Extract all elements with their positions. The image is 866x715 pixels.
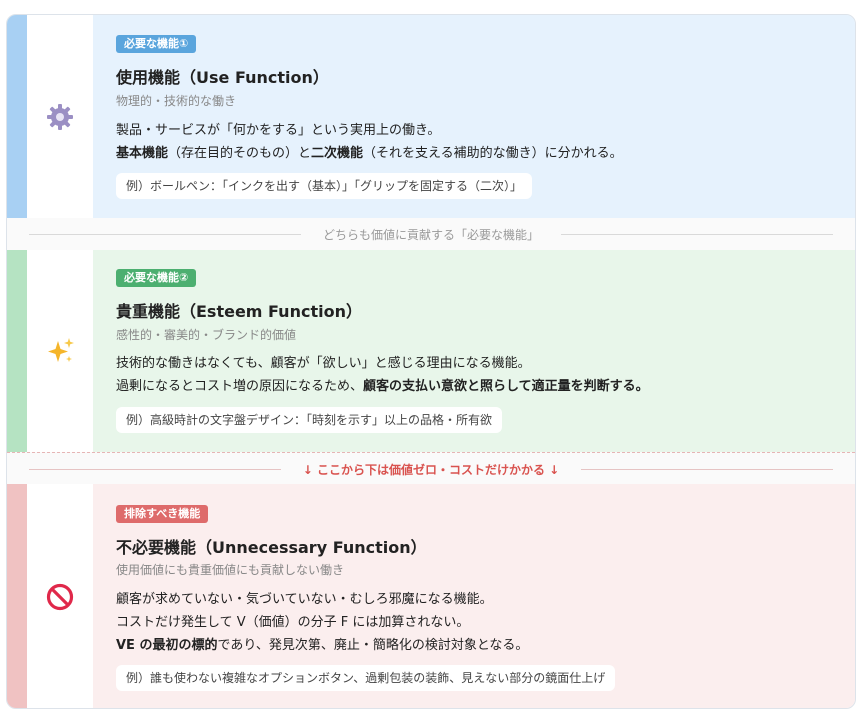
badge-necessary-1: 必要な機能① [116, 35, 197, 53]
section-title: 使用機能（Use Function） [116, 68, 329, 87]
icon-column [27, 15, 93, 218]
example-box: 例）誰も使わない複雑なオプションボタン、過剰包装の装飾、見えない部分の鏡面仕上げ [116, 665, 616, 691]
divider-label: どちらも価値に貢献する「必要な機能」 [323, 227, 540, 242]
section-title: 不必要機能（Unnecessary Function） [116, 538, 427, 557]
description-line-1: 製品・サービスが「何かをする」という実用上の働き。 [116, 123, 441, 138]
example-box: 例）ボールペン：「インクを出す（基本）」「グリップを固定する（二次）」 [116, 173, 533, 199]
divider-warning: ↓ ここから下は価値ゼロ・コストだけかかる ↓ [7, 452, 855, 485]
section-content: 必要な機能① 使用機能（Use Function） 物理的・技術的な働き 製品・… [93, 15, 855, 218]
section-unnecessary-function: 排除すべき機能 不必要機能（Unnecessary Function） 使用価値… [7, 484, 855, 708]
section-subtitle: 使用価値にも貴重価値にも貢献しない働き [116, 563, 345, 577]
description-line-2: 基本機能（存在目的そのもの）と二次機能（それを支える補助的な働き）に分かれる。 [116, 146, 623, 161]
section-esteem-function: 必要な機能② 貴重機能（Esteem Function） 感性的・審美的・ブラン… [7, 250, 855, 452]
description-line-1: 技術的な働きはなくても、顧客が「欲しい」と感じる理由になる機能。 [116, 356, 531, 371]
description-line-2: コストだけ発生して V（価値）の分子 F には加算されない。 [116, 615, 470, 630]
icon-column [27, 484, 93, 708]
badge-necessary-2: 必要な機能② [116, 269, 197, 287]
divider-warning-label: ↓ ここから下は価値ゼロ・コストだけかかる ↓ [302, 462, 560, 477]
gear-icon [47, 103, 73, 130]
accent-bar [7, 484, 27, 708]
section-use-function: 必要な機能① 使用機能（Use Function） 物理的・技術的な働き 製品・… [7, 15, 855, 218]
function-types-card: 必要な機能① 使用機能（Use Function） 物理的・技術的な働き 製品・… [6, 14, 856, 709]
description-line-3: VE の最初の標的であり、発見次第、廃止・簡略化の検討対象となる。 [116, 638, 529, 653]
sparkles-icon [48, 338, 74, 362]
emphasis-judge-appropriate: 顧客の支払い意欲と照らして適正量を判断する。 [363, 379, 649, 394]
emphasis-basic-function: 基本機能 [116, 146, 169, 161]
description-line-1: 顧客が求めていない・気づいていない・むしろ邪魔になる機能。 [116, 592, 493, 607]
emphasis-first-target: VE の最初の標的 [116, 638, 218, 653]
section-content: 排除すべき機能 不必要機能（Unnecessary Function） 使用価値… [93, 484, 855, 708]
section-subtitle: 感性的・審美的・ブランド的価値 [116, 328, 297, 342]
badge-eliminate: 排除すべき機能 [116, 505, 209, 523]
accent-bar [7, 15, 27, 218]
icon-column [27, 250, 93, 452]
divider-necessary: どちらも価値に貢献する「必要な機能」 [7, 218, 855, 250]
section-subtitle: 物理的・技術的な働き [116, 94, 237, 108]
section-title: 貴重機能（Esteem Function） [116, 302, 362, 321]
section-content: 必要な機能② 貴重機能（Esteem Function） 感性的・審美的・ブラン… [93, 250, 855, 452]
prohibited-icon [46, 583, 74, 611]
accent-bar [7, 250, 27, 452]
description-line-2: 過剰になるとコスト増の原因になるため、顧客の支払い意欲と照らして適正量を判断する… [116, 379, 649, 394]
example-box: 例）高級時計の文字盤デザイン：「時刻を示す」以上の品格・所有欲 [116, 407, 503, 433]
emphasis-secondary-function: 二次機能 [311, 146, 364, 161]
